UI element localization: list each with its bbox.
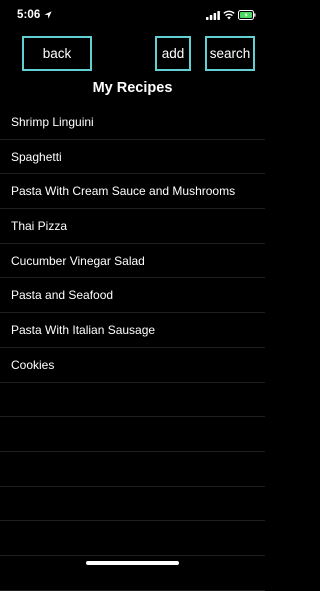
recipe-row[interactable]: Pasta With Italian Sausage bbox=[0, 313, 265, 348]
add-button[interactable]: add bbox=[155, 36, 191, 71]
recipe-row[interactable]: Pasta and Seafood bbox=[0, 278, 265, 314]
search-button[interactable]: search bbox=[205, 36, 255, 71]
status-bar: 5:06 bbox=[0, 0, 265, 32]
recipe-row[interactable]: Cucumber Vinegar Salad bbox=[0, 244, 265, 279]
empty-row bbox=[0, 383, 265, 418]
back-button[interactable]: back bbox=[22, 36, 92, 71]
recipe-row[interactable]: Shrimp Linguini bbox=[0, 105, 265, 140]
empty-row bbox=[0, 417, 265, 452]
recipe-list: Shrimp Linguini Spaghetti Pasta With Cre… bbox=[0, 105, 265, 591]
status-time: 5:06 bbox=[17, 9, 41, 21]
recipe-row[interactable]: Thai Pizza bbox=[0, 209, 265, 244]
empty-row bbox=[0, 452, 265, 487]
recipe-row[interactable]: Cookies bbox=[0, 348, 265, 383]
recipe-row[interactable]: Spaghetti bbox=[0, 140, 265, 175]
empty-row bbox=[0, 487, 265, 522]
home-indicator bbox=[86, 561, 179, 565]
page-title: My Recipes bbox=[92, 80, 173, 96]
recipe-row[interactable]: Pasta With Cream Sauce and Mushrooms bbox=[0, 174, 265, 210]
wifi-icon bbox=[223, 10, 235, 20]
cellular-signal-icon bbox=[206, 11, 220, 20]
location-arrow-icon bbox=[44, 11, 52, 19]
battery-charging-icon bbox=[238, 10, 256, 20]
empty-row bbox=[0, 521, 265, 556]
